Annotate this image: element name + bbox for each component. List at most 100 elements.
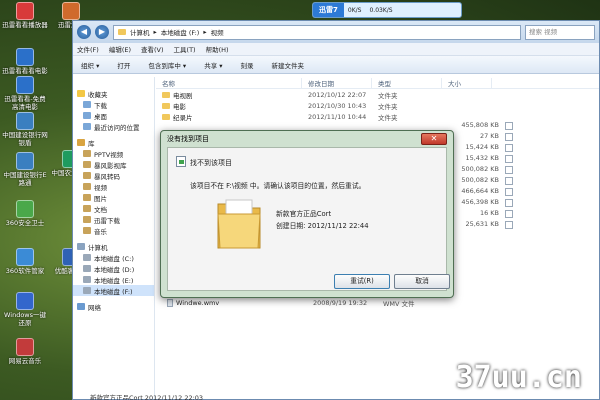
desktop-shortcut[interactable]: 迅雷看看看电影: [2, 48, 48, 75]
folder-icon: [83, 205, 91, 212]
nav-item[interactable]: 图片: [73, 192, 154, 203]
nav-group[interactable]: 库: [73, 137, 154, 148]
open-button[interactable]: 打开: [117, 60, 130, 70]
nav-item[interactable]: 暴风影视库: [73, 159, 154, 170]
organize-button[interactable]: 组织 ▾: [81, 60, 99, 70]
app-icon: [16, 76, 34, 94]
app-icon: [16, 112, 34, 130]
column-type[interactable]: 类型: [372, 77, 442, 88]
group-icon: [77, 243, 85, 250]
checkbox[interactable]: [505, 133, 513, 141]
nav-item[interactable]: 迅雷下载: [73, 214, 154, 225]
shortcut-label: 中国建设银行E路通: [3, 171, 47, 187]
nav-item[interactable]: 暴风转码: [73, 170, 154, 181]
dialog-file-name: 新款官方正品Cort: [276, 210, 332, 218]
nav-group[interactable]: 收藏夹: [73, 88, 154, 99]
forward-icon[interactable]: ▶: [95, 25, 109, 39]
menu-view[interactable]: 查看(V): [141, 44, 164, 54]
checkbox[interactable]: [505, 199, 513, 207]
checkbox[interactable]: [505, 188, 513, 196]
dialog-heading: 找不到该项目: [190, 159, 232, 167]
shortcut-label: 迅雷看看播放器: [2, 21, 48, 29]
close-button[interactable]: ✕: [421, 133, 447, 145]
desktop-shortcut[interactable]: 中国建设银行E路通: [2, 152, 48, 187]
nav-item[interactable]: 本地磁盘 (C:): [73, 252, 154, 263]
back-icon[interactable]: ◀: [77, 25, 91, 39]
search-input[interactable]: 搜索 视频: [525, 24, 595, 40]
table-row[interactable]: 纪录片 2012/11/10 10:44 文件夹: [156, 111, 599, 122]
xunlei-widget[interactable]: 迅雷7 0K/S 0.03K/S: [312, 2, 462, 18]
item-not-found-dialog: 没有找到项目 ✕ 找不到该项目 该项目不在 F:\视频 中。请确认该项目的位置，…: [160, 130, 454, 298]
desktop-shortcut[interactable]: Windows一键还原: [2, 292, 48, 327]
nav-group[interactable]: 计算机: [73, 241, 154, 252]
shortcut-label: Windows一键还原: [3, 311, 46, 327]
checkbox[interactable]: [505, 166, 513, 174]
group-icon: [77, 303, 85, 310]
nav-item[interactable]: 文档: [73, 203, 154, 214]
nav-item[interactable]: 桌面: [73, 110, 154, 121]
retry-button[interactable]: 重试(R): [334, 274, 390, 289]
checkbox[interactable]: [505, 177, 513, 185]
nav-item[interactable]: 本地磁盘 (F:): [73, 285, 154, 296]
nav-item[interactable]: 音乐: [73, 225, 154, 236]
table-row[interactable]: 电影 2012/10/30 10:43 文件夹: [156, 100, 599, 111]
column-date[interactable]: 修改日期: [302, 77, 372, 88]
breadcrumb-1[interactable]: 本地磁盘 (F:): [161, 27, 200, 37]
burn-button[interactable]: 刻录: [241, 60, 254, 70]
app-icon: [16, 338, 34, 356]
checkbox[interactable]: [505, 122, 513, 130]
menu-file[interactable]: 文件(F): [77, 44, 99, 54]
desktop-shortcut[interactable]: 迅雷看看-免费高清电影: [2, 76, 48, 111]
column-name[interactable]: 名称: [156, 77, 302, 88]
shortcut-label: 360安全卫士: [5, 219, 45, 227]
warning-icon: [176, 156, 186, 167]
nav-item[interactable]: 最近访问的位置: [73, 121, 154, 132]
menu-help[interactable]: 帮助(H): [206, 44, 229, 54]
checkbox[interactable]: [505, 210, 513, 218]
dialog-body: 找不到该项目 该项目不在 F:\视频 中。请确认该项目的位置，然后重试。 新款官…: [167, 147, 450, 291]
desktop-shortcut[interactable]: 360软件管家: [2, 248, 48, 275]
nav-group[interactable]: 网络: [73, 301, 154, 312]
group-icon: [77, 90, 85, 97]
checkbox[interactable]: [505, 221, 513, 229]
share-button[interactable]: 共享 ▾: [204, 60, 222, 70]
dialog-created-date: 创建日期: 2012/11/12 22:44: [276, 222, 369, 230]
nav-item[interactable]: PPTV视频: [73, 148, 154, 159]
shortcut-label: 网易云音乐: [8, 357, 42, 365]
nav-item[interactable]: 本地磁盘 (E:): [73, 274, 154, 285]
desktop-shortcut[interactable]: 网易云音乐: [2, 338, 48, 365]
checkbox[interactable]: [505, 155, 513, 163]
table-row[interactable]: Windwe.wmv 2008/9/19 19:32 WMV 文件: [161, 297, 447, 308]
folder-icon: [83, 287, 91, 294]
breadcrumb-2[interactable]: 视频: [211, 27, 224, 37]
folder-icon: [162, 102, 170, 109]
desktop-shortcut[interactable]: 中国建设银行网银盾: [2, 112, 48, 147]
video-file-icon: [167, 298, 173, 307]
desktop-shortcut[interactable]: 360安全卫士: [2, 200, 48, 227]
nav-item[interactable]: 本地磁盘 (D:): [73, 263, 154, 274]
folder-icon: [217, 199, 261, 249]
folder-icon: [83, 123, 91, 130]
breadcrumb-0[interactable]: 计算机: [130, 27, 150, 37]
group-icon: [77, 139, 85, 146]
column-size[interactable]: 大小: [442, 77, 492, 88]
folder-icon: [83, 254, 91, 261]
download-speed: 0K/S: [347, 6, 362, 14]
watermark-logo: 十巴兔: [467, 336, 540, 361]
menu-tools[interactable]: 工具(T): [174, 44, 196, 54]
app-icon: [16, 292, 34, 310]
dialog-message: 该项目不在 F:\视频 中。请确认该项目的位置，然后重试。: [190, 182, 366, 190]
shortcut-label: 迅雷看看看电影: [2, 67, 48, 75]
nav-item[interactable]: 下载: [73, 99, 154, 110]
folder-icon: [83, 227, 91, 234]
menu-edit[interactable]: 编辑(E): [109, 44, 131, 54]
checkbox[interactable]: [505, 144, 513, 152]
include-in-library-button[interactable]: 包含到库中 ▾: [148, 60, 186, 70]
table-row[interactable]: 电视剧 2012/10/12 22:07 文件夹: [156, 89, 599, 100]
desktop-shortcut[interactable]: 迅雷看看播放器: [2, 2, 48, 29]
nav-item[interactable]: 视频: [73, 181, 154, 192]
cancel-button[interactable]: 取消: [394, 274, 450, 289]
address-bar[interactable]: 计算机 ▸ 本地磁盘 (F:) ▸ 视频: [113, 24, 521, 40]
watermark-site: 37uu.cn: [455, 360, 582, 395]
new-folder-button[interactable]: 新建文件夹: [272, 60, 305, 70]
